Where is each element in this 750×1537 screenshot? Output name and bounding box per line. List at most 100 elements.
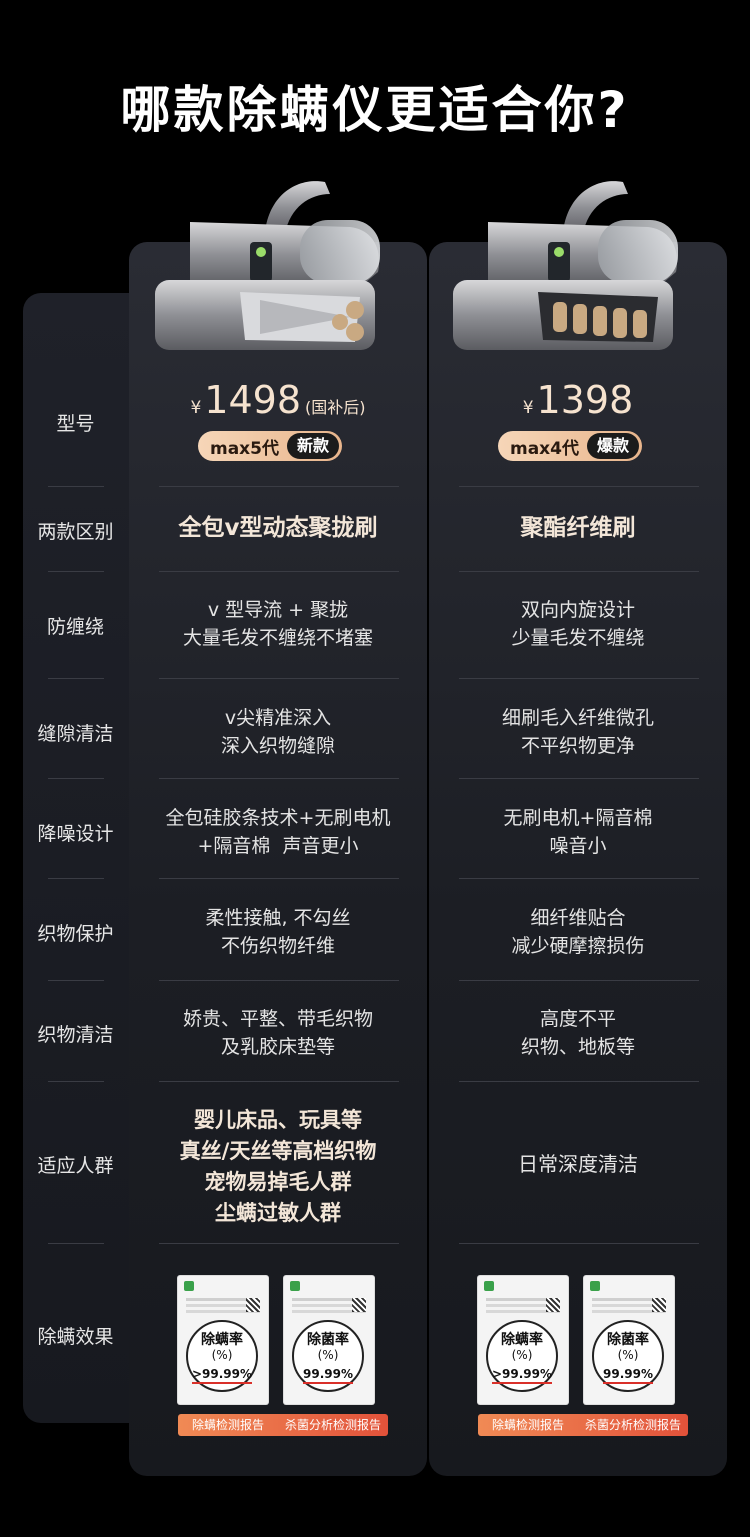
text-line: 少量毛发不缠绕 [511, 627, 645, 649]
page-title: 哪款除螨仪更适合你? [120, 81, 630, 139]
row-label-fabric-protect: 织物保护 [37, 923, 114, 945]
lab-logo-icon [484, 1281, 494, 1291]
model-name: max4代 [510, 438, 579, 459]
row-label-mite-effect: 除螨效果 [37, 1326, 114, 1348]
stamp-title: 除菌率 [307, 1332, 349, 1348]
lab-logo-icon [290, 1281, 300, 1291]
text-line: 双向内旋设计 [520, 599, 635, 621]
row-label-noise: 降噪设计 [37, 823, 114, 845]
stamp-title: 除菌率 [607, 1332, 649, 1348]
noise-max5: 全包硅胶条技术+无刷电机 +隔音棉 声音更小 [129, 804, 427, 860]
stamp-unit: (%) [317, 1348, 339, 1362]
text-line: 高度不平 [539, 1008, 616, 1030]
row-label-model: 型号 [56, 413, 95, 435]
price-note: (国补后) [305, 398, 366, 417]
divider [48, 778, 104, 779]
audience-max4: 日常深度清洁 [429, 1150, 727, 1178]
divider [459, 678, 699, 679]
text-line: v尖精准深入 [224, 707, 332, 729]
row-label-fabric-clean: 织物清洁 [37, 1024, 114, 1046]
result-stamp: 除菌率 (%) 99.99% [592, 1320, 664, 1392]
fabric-protect-max5: 柔性接触, 不勾丝 不伤织物纤维 [129, 904, 427, 960]
divider [459, 486, 699, 487]
stamp-title: 除螨率 [201, 1332, 243, 1348]
new-tag: 新款 [286, 433, 339, 459]
row-label-anti-tangle: 防缠绕 [46, 616, 104, 638]
text-line: 全包硅胶条技术+无刷电机 [165, 807, 391, 829]
bacteria-report-card: 除菌率 (%) 99.99% [284, 1276, 374, 1404]
gap-clean-max5: v尖精准深入 深入织物缝隙 [129, 704, 427, 760]
text-line: 细刷毛入纤维微孔 [501, 707, 654, 729]
stamp-value: >99.99% [191, 1367, 253, 1384]
fabric-protect-max4: 细纤维贴合 减少硬摩擦损伤 [429, 904, 727, 960]
price-max5: ¥1498 (国补后) [129, 378, 427, 422]
mite-report-card: 除螨率 (%) >99.99% [178, 1276, 268, 1404]
text-line: 及乳胶床垫等 [220, 1036, 335, 1058]
row-label-gap-clean: 缝隙清洁 [37, 723, 114, 745]
divider [48, 980, 104, 981]
divider [159, 571, 399, 572]
text-line: 娇贵、平整、带毛织物 [182, 1008, 373, 1030]
divider [159, 486, 399, 487]
divider [48, 486, 104, 487]
divider [48, 1081, 104, 1082]
bacteria-report-card: 除菌率 (%) 99.99% [584, 1276, 674, 1404]
divider [459, 778, 699, 779]
stamp-value: >99.99% [491, 1367, 553, 1384]
model-badge-max4: max4代 爆款 [498, 431, 642, 461]
text-line: 不平织物更净 [520, 735, 635, 757]
qr-code-icon [246, 1298, 260, 1312]
result-stamp: 除螨率 (%) >99.99% [186, 1320, 258, 1392]
price-value: 1498 [204, 378, 302, 422]
text-line: 日常深度清洁 [518, 1152, 638, 1176]
text-line: 尘螨过敏人群 [215, 1201, 341, 1225]
model-name: max5代 [210, 438, 279, 459]
model-badge-max5: max5代 新款 [198, 431, 342, 461]
report-caption: 除螨检测报告 [191, 1418, 264, 1432]
divider [459, 571, 699, 572]
text-line: 深入织物缝隙 [220, 735, 335, 757]
text-line: v 型导流 + 聚拢 [207, 599, 349, 621]
divider [159, 980, 399, 981]
text-line: 织物、地板等 [520, 1036, 635, 1058]
audience-max5: 婴儿床品、玩具等 真丝/天丝等高档织物 宠物易掉毛人群 尘螨过敏人群 [129, 1105, 427, 1229]
hot-tag: 爆款 [586, 433, 639, 459]
text-line: +隔音棉 声音更小 [197, 835, 359, 857]
fabric-clean-max4: 高度不平 织物、地板等 [429, 1005, 727, 1061]
stamp-unit: (%) [617, 1348, 639, 1362]
stamp-title: 除螨率 [501, 1332, 543, 1348]
noise-max4: 无刷电机+隔音棉 噪音小 [429, 804, 727, 860]
currency-symbol: ¥ [190, 398, 202, 418]
divider [48, 878, 104, 879]
mite-remover-max4-image [453, 181, 678, 350]
text-line: 大量毛发不缠绕不堵塞 [182, 627, 373, 649]
stamp-unit: (%) [511, 1348, 533, 1362]
qr-code-icon [352, 1298, 366, 1312]
report-caption-bar: 除螨检测报告 杀菌分析检测报告 [178, 1414, 388, 1436]
qr-code-icon [546, 1298, 560, 1312]
anti-tangle-max4: 双向内旋设计 少量毛发不缠绕 [429, 596, 727, 652]
result-stamp: 除螨率 (%) >99.99% [486, 1320, 558, 1392]
mite-remover-max5-image [155, 181, 380, 350]
divider [48, 678, 104, 679]
anti-tangle-max5: v 型导流 + 聚拢 大量毛发不缠绕不堵塞 [129, 596, 427, 652]
text-line: 真丝/天丝等高档织物 [179, 1139, 377, 1163]
row-label-difference: 两款区别 [37, 521, 114, 543]
gap-clean-max4: 细刷毛入纤维微孔 不平织物更净 [429, 704, 727, 760]
text-line: 无刷电机+隔音棉 [503, 807, 653, 829]
divider [159, 1081, 399, 1082]
text-line: 不伤织物纤维 [220, 935, 335, 957]
text-line: 减少硬摩擦损伤 [511, 935, 645, 957]
divider [159, 678, 399, 679]
text-line: 噪音小 [549, 835, 607, 857]
mite-report-card: 除螨率 (%) >99.99% [478, 1276, 568, 1404]
divider [159, 778, 399, 779]
divider [459, 1243, 699, 1244]
text-line: 婴儿床品、玩具等 [194, 1108, 362, 1132]
report-caption: 杀菌分析检测报告 [284, 1418, 381, 1432]
result-stamp: 除菌率 (%) 99.99% [292, 1320, 364, 1392]
divider [48, 1243, 104, 1244]
divider [159, 878, 399, 879]
text-line: 宠物易掉毛人群 [204, 1170, 352, 1194]
divider [459, 1081, 699, 1082]
